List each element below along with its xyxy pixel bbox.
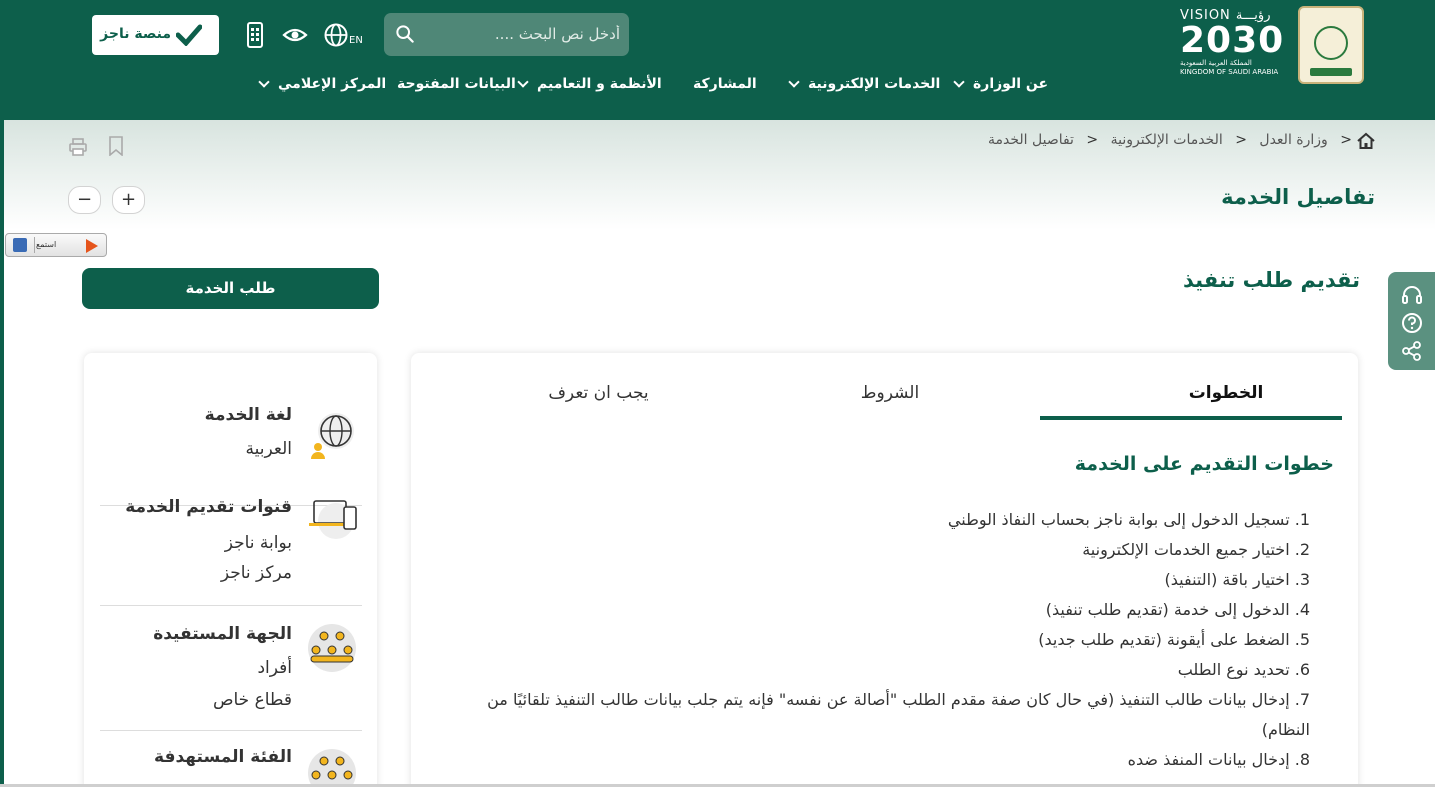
globe-icon[interactable]	[323, 22, 349, 48]
language-switch[interactable]: EN	[349, 35, 363, 46]
list-item: 3. اختيار باقة (التنفيذ)	[1164, 570, 1310, 589]
najiz-label: منصة ناجز	[100, 26, 171, 42]
breadcrumb-separator: <	[1235, 132, 1247, 148]
list-item: 8. إدخال بيانات المنفذ ضده	[1127, 750, 1310, 769]
service-language-value: العربية	[245, 439, 292, 459]
listen-widget[interactable]: استمع	[5, 233, 107, 257]
breadcrumb-e-services[interactable]: الخدمات الإلكترونية	[1111, 132, 1223, 148]
zoom-in-button[interactable]: +	[112, 186, 145, 214]
search-input[interactable]	[424, 19, 620, 49]
nav-regulations[interactable]: الأنظمة و التعاميم	[517, 76, 662, 92]
devices-icon	[309, 500, 357, 539]
list-item: 6. تحديد نوع الطلب	[1177, 660, 1310, 679]
breadcrumb-ministry[interactable]: وزارة العدل	[1259, 132, 1327, 148]
breadcrumb-separator: <	[1340, 132, 1352, 148]
list-item: 5. الضغط على أيقونة (تقديم طلب جديد)	[1038, 630, 1310, 649]
floating-toolbar	[1388, 272, 1435, 370]
ministry-logo[interactable]	[1298, 6, 1364, 84]
listen-label: استمع	[36, 240, 57, 249]
page-title: تفاصيل الخدمة	[1221, 185, 1375, 209]
vision-line4: KINGDOM OF SAUDI ARABIA	[1180, 68, 1279, 76]
service-details-card: الخطوات الشروط يجب ان تعرف خطوات التقديم…	[411, 353, 1358, 787]
beneficiary-block: الجهة المستفيدة أفراد قطاع خاص	[100, 606, 362, 731]
eye-icon[interactable]	[282, 22, 308, 48]
scales-emblem-icon	[1314, 26, 1348, 60]
beneficiary-private-sector: قطاع خاص	[212, 690, 292, 710]
request-service-button[interactable]: طلب الخدمة	[82, 268, 379, 309]
listen-divider	[34, 237, 35, 253]
nav-e-services[interactable]: الخدمات الإلكترونية	[788, 76, 941, 92]
nav-label: عن الوزارة	[973, 76, 1049, 92]
chevron-down-icon	[517, 76, 529, 88]
site-header: VISION رؤيـــة 2030 المملكة العربية السع…	[0, 0, 1435, 120]
nav-label: الخدمات الإلكترونية	[808, 76, 941, 92]
search-box	[384, 13, 629, 56]
service-title: تقديم طلب تنفيذ	[1183, 268, 1360, 292]
nav-label: المركز الإعلامي	[278, 76, 387, 92]
tab-steps[interactable]: الخطوات	[1151, 383, 1301, 403]
headset-icon[interactable]	[1401, 284, 1423, 306]
service-channels-label: قنوات تقديم الخدمة	[125, 497, 292, 517]
people-group-icon	[308, 749, 356, 787]
zoom-out-button[interactable]: −	[68, 186, 101, 214]
list-item: 7. إدخال بيانات طالب التنفيذ (في حال كان…	[487, 690, 1310, 739]
logo-banner	[1310, 68, 1352, 76]
chevron-down-icon	[258, 76, 270, 88]
vision-2030-logo[interactable]: VISION رؤيـــة 2030 المملكة العربية السع…	[1180, 8, 1290, 77]
vision-line2: 2030	[1180, 20, 1285, 61]
people-group-icon	[308, 624, 356, 672]
beneficiary-label: الجهة المستفيدة	[153, 624, 292, 644]
play-icon[interactable]	[86, 239, 98, 253]
chevron-down-icon	[953, 76, 965, 88]
list-item: 2. اختيار جميع الخدمات الإلكترونية	[1082, 540, 1310, 559]
nav-label: المشاركة	[693, 76, 757, 92]
nav-about-ministry[interactable]: عن الوزارة	[953, 76, 1049, 92]
target-group-block: الفئة المستهدفة	[100, 731, 362, 787]
nav-open-data[interactable]: البيانات المفتوحة	[397, 76, 516, 92]
print-icon[interactable]	[68, 137, 88, 157]
search-icon[interactable]	[396, 25, 414, 43]
tab-need-to-know[interactable]: يجب ان تعرف	[511, 383, 686, 403]
breadcrumb: < وزارة العدل < الخدمات الإلكترونية < تف…	[988, 132, 1360, 148]
target-group-label: الفئة المستهدفة	[154, 747, 292, 767]
nav-media-center[interactable]: المركز الإعلامي	[258, 76, 387, 92]
nav-label: الأنظمة و التعاميم	[537, 76, 662, 92]
active-tab-indicator	[1040, 416, 1342, 420]
beneficiary-individuals: أفراد	[257, 658, 292, 678]
bookmark-icon[interactable]	[108, 136, 124, 156]
najiz-platform-button[interactable]: منصة ناجز	[92, 15, 219, 55]
globe-user-icon	[311, 413, 354, 459]
service-info-card: لغة الخدمة العربية قنوات تقديم الخدمة بو…	[84, 353, 377, 787]
breadcrumb-separator: <	[1086, 132, 1099, 148]
steps-list: 1. تسجيل الدخول إلى بوابة ناجز بحساب الن…	[440, 505, 1310, 775]
najiz-check-icon	[176, 24, 202, 46]
speaker-icon	[13, 238, 27, 252]
service-channels-block: قنوات تقديم الخدمة بوابة ناجز مركز ناجز	[100, 481, 362, 606]
channel-najiz-center: مركز ناجز	[220, 563, 292, 583]
channel-najiz-portal: بوابة ناجز	[224, 533, 292, 553]
chevron-down-icon	[788, 76, 800, 88]
service-language-label: لغة الخدمة	[204, 405, 292, 425]
nav-participation[interactable]: المشاركة	[693, 76, 757, 92]
phone-icon[interactable]	[242, 22, 268, 48]
list-item: 1. تسجيل الدخول إلى بوابة ناجز بحساب الن…	[947, 510, 1310, 529]
share-icon[interactable]	[1401, 340, 1423, 362]
breadcrumb-current: تفاصيل الخدمة	[988, 132, 1074, 148]
help-icon[interactable]	[1401, 312, 1423, 334]
list-item: 4. الدخول إلى خدمة (تقديم طلب تنفيذ)	[1045, 600, 1310, 619]
tab-conditions[interactable]: الشروط	[815, 383, 965, 403]
nav-label: البيانات المفتوحة	[397, 76, 516, 92]
steps-heading: خطوات التقديم على الخدمة	[1074, 453, 1334, 475]
